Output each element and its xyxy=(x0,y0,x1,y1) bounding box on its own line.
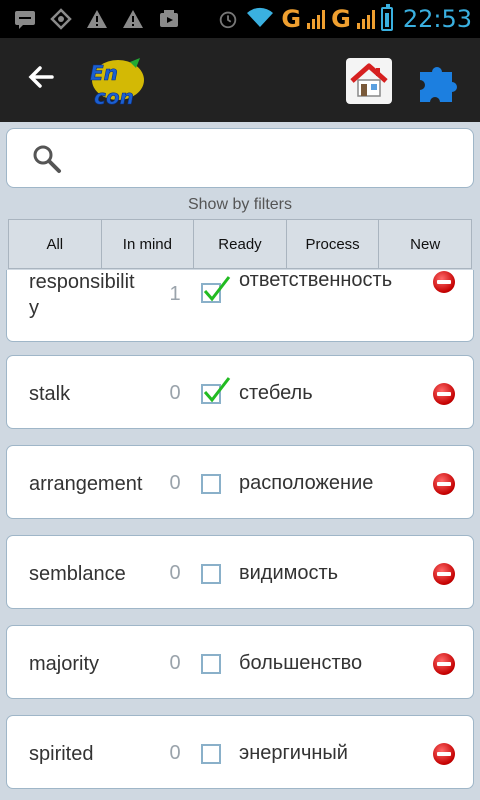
word-text: majority xyxy=(29,653,100,675)
delete-icon[interactable] xyxy=(433,271,455,293)
filter-new-button[interactable]: New xyxy=(378,219,472,269)
filters-label: Show by filters xyxy=(187,196,293,213)
logo-text-con: con xyxy=(94,85,134,109)
search-input[interactable] xyxy=(77,139,461,181)
word-row[interactable]: stalk 0 стебель xyxy=(6,355,474,429)
checkmark-icon xyxy=(203,276,231,302)
learned-checkbox[interactable] xyxy=(201,744,221,764)
app-logo: En con xyxy=(86,54,146,110)
puzzle-icon xyxy=(420,67,457,102)
translation-text: большенство xyxy=(239,652,363,674)
action-bar: En con xyxy=(0,38,480,122)
android-icon xyxy=(50,8,72,30)
translation-text: расположение xyxy=(239,472,374,494)
signal-icon xyxy=(356,9,375,29)
filter-in-mind-button[interactable]: In mind xyxy=(100,219,194,269)
filter-process-button[interactable]: Process xyxy=(285,219,379,269)
wifi-icon xyxy=(245,5,275,34)
word-count: 0 xyxy=(169,742,181,764)
word-text: spirited xyxy=(29,743,94,765)
delete-icon[interactable] xyxy=(433,383,455,405)
alarm-icon xyxy=(217,8,239,30)
battery-icon xyxy=(380,4,393,31)
word-row[interactable]: arrangement 0 расположение xyxy=(6,445,474,519)
word-row[interactable]: spirited 0 энергичный xyxy=(6,715,474,789)
warning-icon xyxy=(122,8,144,30)
learned-checkbox[interactable] xyxy=(201,276,231,303)
word-text: stalk xyxy=(29,383,71,405)
media-icon xyxy=(158,8,180,30)
filter-bar: All In mind Ready Process New xyxy=(8,219,472,269)
search-icon xyxy=(31,143,63,175)
word-text: arrangement xyxy=(29,473,143,495)
sms-icon xyxy=(14,8,36,30)
word-count: 0 xyxy=(169,652,181,674)
word-row[interactable]: majority 0 большенство xyxy=(6,625,474,699)
notification-icons xyxy=(14,8,180,30)
word-text: responsibilit y xyxy=(29,270,159,321)
filter-ready-button[interactable]: Ready xyxy=(193,219,286,269)
word-count: 0 xyxy=(169,382,181,404)
word-count: 0 xyxy=(169,472,181,494)
translation-text: видимость xyxy=(239,562,339,584)
word-text-line-1: responsibilit xyxy=(29,271,135,293)
learned-checkbox[interactable] xyxy=(201,564,221,584)
translation-text: энергичный xyxy=(239,742,348,764)
delete-icon[interactable] xyxy=(433,743,455,765)
filter-all-button[interactable]: All xyxy=(8,219,101,269)
word-row[interactable]: responsibilit y 1 ответственность xyxy=(6,270,474,342)
word-list[interactable]: responsibilit y 1 ответственность stalk … xyxy=(0,270,480,800)
home-icon xyxy=(350,63,388,97)
network-type-2: G xyxy=(331,5,351,33)
word-text: semblance xyxy=(29,563,126,585)
signal-icon xyxy=(307,9,326,29)
delete-icon[interactable] xyxy=(433,653,455,675)
learned-checkbox[interactable] xyxy=(201,654,221,674)
delete-icon[interactable] xyxy=(433,473,455,495)
word-row[interactable]: semblance 0 видимость xyxy=(6,535,474,609)
checkmark-icon xyxy=(203,377,231,403)
word-text-line-2: y xyxy=(29,297,39,319)
translation-text: стебель xyxy=(239,382,313,404)
word-count: 1 xyxy=(169,283,181,305)
learned-checkbox[interactable] xyxy=(201,474,221,494)
system-icons: G G 22:53 xyxy=(217,4,472,34)
warning-icon xyxy=(86,8,108,30)
delete-icon[interactable] xyxy=(433,563,455,585)
word-count: 0 xyxy=(169,562,181,584)
back-button[interactable] xyxy=(24,60,64,100)
home-button[interactable] xyxy=(346,58,392,104)
learned-checkbox[interactable] xyxy=(201,377,231,404)
network-type-1: G xyxy=(281,5,302,33)
search-box[interactable] xyxy=(6,128,474,188)
logo-text-en: En xyxy=(90,61,118,85)
translation-text: ответственность xyxy=(239,270,393,291)
status-bar: G G 22:53 xyxy=(0,0,480,38)
puzzle-button[interactable] xyxy=(416,58,464,106)
arrow-left-icon xyxy=(28,66,54,88)
status-clock: 22:53 xyxy=(402,5,472,33)
